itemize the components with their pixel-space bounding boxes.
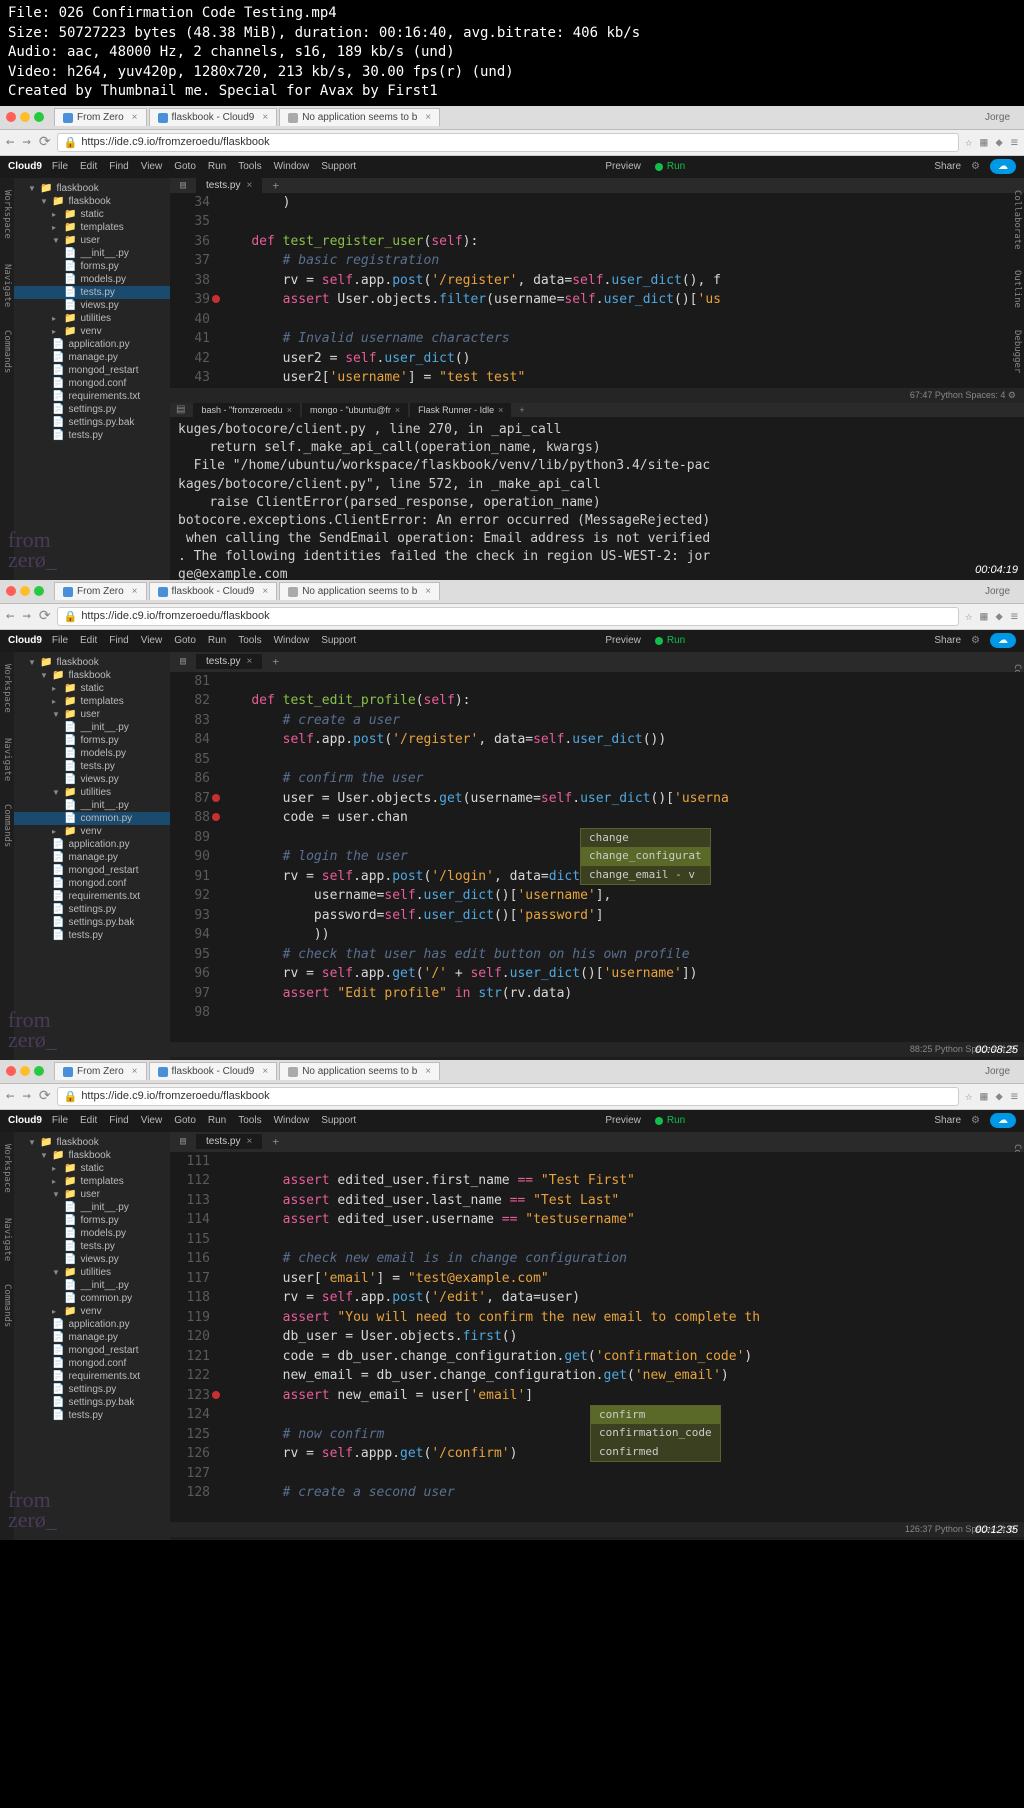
menu-edit[interactable]: Edit — [80, 161, 97, 172]
close-tab-icon[interactable]: × — [425, 112, 431, 123]
file-tree: ▼📁flaskbook ▼📁flaskbook ▸📁static ▸📁templ… — [14, 1132, 170, 1540]
browser-tab-cloud9[interactable]: flaskbook - Cloud9× — [149, 108, 278, 126]
forward-button[interactable]: → — [22, 134, 30, 150]
tree-file[interactable]: 📄mongod_restart — [14, 364, 170, 377]
tree-file[interactable]: 📄tests.py — [14, 429, 170, 442]
workspace-tab[interactable]: Workspace — [0, 184, 14, 245]
menu-file[interactable]: File — [52, 161, 68, 172]
url-input[interactable]: 🔒 https://ide.c9.io/fromzeroedu/flaskboo… — [57, 133, 959, 152]
tree-file[interactable]: 📄manage.py — [14, 351, 170, 364]
close-tab-icon[interactable]: × — [262, 112, 268, 123]
new-tab-button[interactable]: + — [266, 179, 285, 192]
editor-tab-bar: ▤ tests.py× + — [170, 178, 1024, 193]
tree-folder[interactable]: ▸📁venv — [14, 325, 170, 338]
menu-find[interactable]: Find — [109, 161, 128, 172]
tree-file[interactable]: 📄application.py — [14, 338, 170, 351]
screenshot-2: From Zero× flaskbook - Cloud9× No applic… — [0, 580, 1024, 1060]
tree-root[interactable]: ▼📁flaskbook — [14, 182, 170, 195]
collaborate-tab[interactable]: Collaborate — [1010, 184, 1024, 256]
terminal-output[interactable]: kuges/botocore/client.py , line 270, in … — [170, 417, 1024, 580]
terminal-tab-mongo[interactable]: mongo - "ubuntu@fr× — [302, 403, 408, 417]
autocomplete-popup[interactable]: change change_configurat change_email - … — [580, 828, 711, 886]
minimize-window-button[interactable] — [20, 586, 30, 596]
debugger-tab[interactable]: Debugger — [1010, 324, 1024, 379]
menu-icon[interactable]: ≡ — [1011, 135, 1018, 149]
tree-file[interactable]: 📄__init__.py — [14, 247, 170, 260]
tree-file[interactable]: 📄settings.py.bak — [14, 416, 170, 429]
url-input[interactable]: 🔒https://ide.c9.io/fromzeroedu/flaskbook — [57, 607, 959, 626]
browser-tab[interactable]: From Zero× — [54, 582, 147, 600]
file-tree: ▼📁flaskbook ▼📁flaskbook ▸📁static ▸📁templ… — [14, 178, 170, 580]
panel-icon[interactable]: ▤ — [174, 180, 192, 191]
screenshot-3: From Zero× flaskbook - Cloud9× No applic… — [0, 1060, 1024, 1540]
maximize-window-button[interactable] — [34, 112, 44, 122]
tree-folder[interactable]: ▸📁templates — [14, 221, 170, 234]
navigate-tab[interactable]: Navigate — [0, 258, 14, 313]
tree-file-active[interactable]: 📄tests.py — [14, 286, 170, 299]
share-button[interactable]: Share — [934, 161, 961, 172]
code-editor[interactable]: 818283848586878889909192939495969798 def… — [170, 672, 1024, 1042]
cloud-button[interactable]: ☁ — [990, 159, 1016, 174]
browser-tab[interactable]: flaskbook - Cloud9× — [149, 582, 278, 600]
bookmark-icon[interactable]: ☆ — [965, 135, 972, 149]
ide-menubar: Cloud9 File Edit Find View Goto Run Tool… — [0, 156, 1024, 178]
run-button[interactable]: Run — [655, 161, 685, 172]
back-button[interactable]: ← — [6, 134, 14, 150]
tree-folder[interactable]: ▼📁user — [14, 234, 170, 247]
browser-tab-noapp[interactable]: No application seems to b× — [279, 108, 440, 126]
file-tree: ▼📁flaskbook ▼📁flaskbook ▸📁static ▸📁templ… — [14, 652, 170, 1060]
preview-button[interactable]: Preview — [605, 161, 641, 172]
menu-run[interactable]: Run — [208, 161, 226, 172]
tree-file[interactable]: 📄views.py — [14, 299, 170, 312]
timestamp: 00:04:19 — [975, 564, 1018, 576]
tree-file[interactable]: 📄settings.py — [14, 403, 170, 416]
tree-file[interactable]: 📄mongod.conf — [14, 377, 170, 390]
outline-tab[interactable]: Outline — [1010, 264, 1024, 314]
editor-tab-testspy[interactable]: tests.py× — [196, 178, 262, 193]
browser-tab-fromzero[interactable]: From Zero× — [54, 108, 147, 126]
maximize-window-button[interactable] — [34, 586, 44, 596]
browser-url-bar: ← → ⟳ 🔒 https://ide.c9.io/fromzeroedu/fl… — [0, 130, 1024, 156]
browser-tab-strip: From Zero× flaskbook - Cloud9× No applic… — [0, 106, 1024, 130]
close-tab-icon[interactable]: × — [132, 112, 138, 123]
screenshot-1: From Zero× flaskbook - Cloud9× No applic… — [0, 106, 1024, 580]
code-editor[interactable]: 1111121131141151161171181191201211221231… — [170, 1152, 1024, 1522]
new-terminal-button[interactable]: + — [513, 405, 530, 415]
tree-folder[interactable]: ▸📁utilities — [14, 312, 170, 325]
terminal-tab-bar: ▤ bash - "fromzeroedu× mongo - "ubuntu@f… — [170, 403, 1024, 417]
tree-file[interactable]: 📄models.py — [14, 273, 170, 286]
commands-tab[interactable]: Commands — [0, 324, 14, 379]
menu-goto[interactable]: Goto — [174, 161, 196, 172]
menu-tools[interactable]: Tools — [238, 161, 261, 172]
autocomplete-popup[interactable]: confirm confirmation_code confirmed — [590, 1405, 721, 1463]
terminal-tab-bash[interactable]: bash - "fromzeroedu× — [193, 403, 300, 417]
extension-icon[interactable]: ◆ — [996, 135, 1003, 149]
editor-status-bar: 67:47 Python Spaces: 4 ⚙ — [170, 388, 1024, 403]
tree-folder[interactable]: ▼📁flaskbook — [14, 195, 170, 208]
watermark: fromzerø_ — [8, 530, 57, 570]
close-window-button[interactable] — [6, 586, 16, 596]
tree-file[interactable]: 📄forms.py — [14, 260, 170, 273]
tree-file[interactable]: 📄requirements.txt — [14, 390, 170, 403]
browser-tab[interactable]: No application seems to b× — [279, 582, 440, 600]
menu-view[interactable]: View — [141, 161, 163, 172]
terminal-tab-flask[interactable]: Flask Runner - Idle× — [410, 403, 511, 417]
cloud9-logo: Cloud9 — [8, 161, 42, 172]
profile-name: Jorge — [985, 112, 1010, 123]
lock-icon: 🔒 — [64, 136, 78, 149]
settings-icon[interactable]: ⚙ — [971, 161, 980, 172]
media-info-header: File: 026 Confirmation Code Testing.mp4 … — [0, 0, 1024, 106]
code-editor[interactable]: 34353637383940414243 ) def test_register… — [170, 193, 1024, 388]
menu-support[interactable]: Support — [321, 161, 356, 172]
minimize-window-button[interactable] — [20, 112, 30, 122]
tree-folder[interactable]: ▸📁static — [14, 208, 170, 221]
close-tab-icon[interactable]: × — [247, 180, 253, 191]
close-window-button[interactable] — [6, 112, 16, 122]
panel-icon[interactable]: ▤ — [170, 404, 191, 415]
menu-window[interactable]: Window — [274, 161, 310, 172]
reload-button[interactable]: ⟳ — [39, 134, 51, 150]
extension-icon[interactable]: ▦ — [980, 135, 987, 149]
